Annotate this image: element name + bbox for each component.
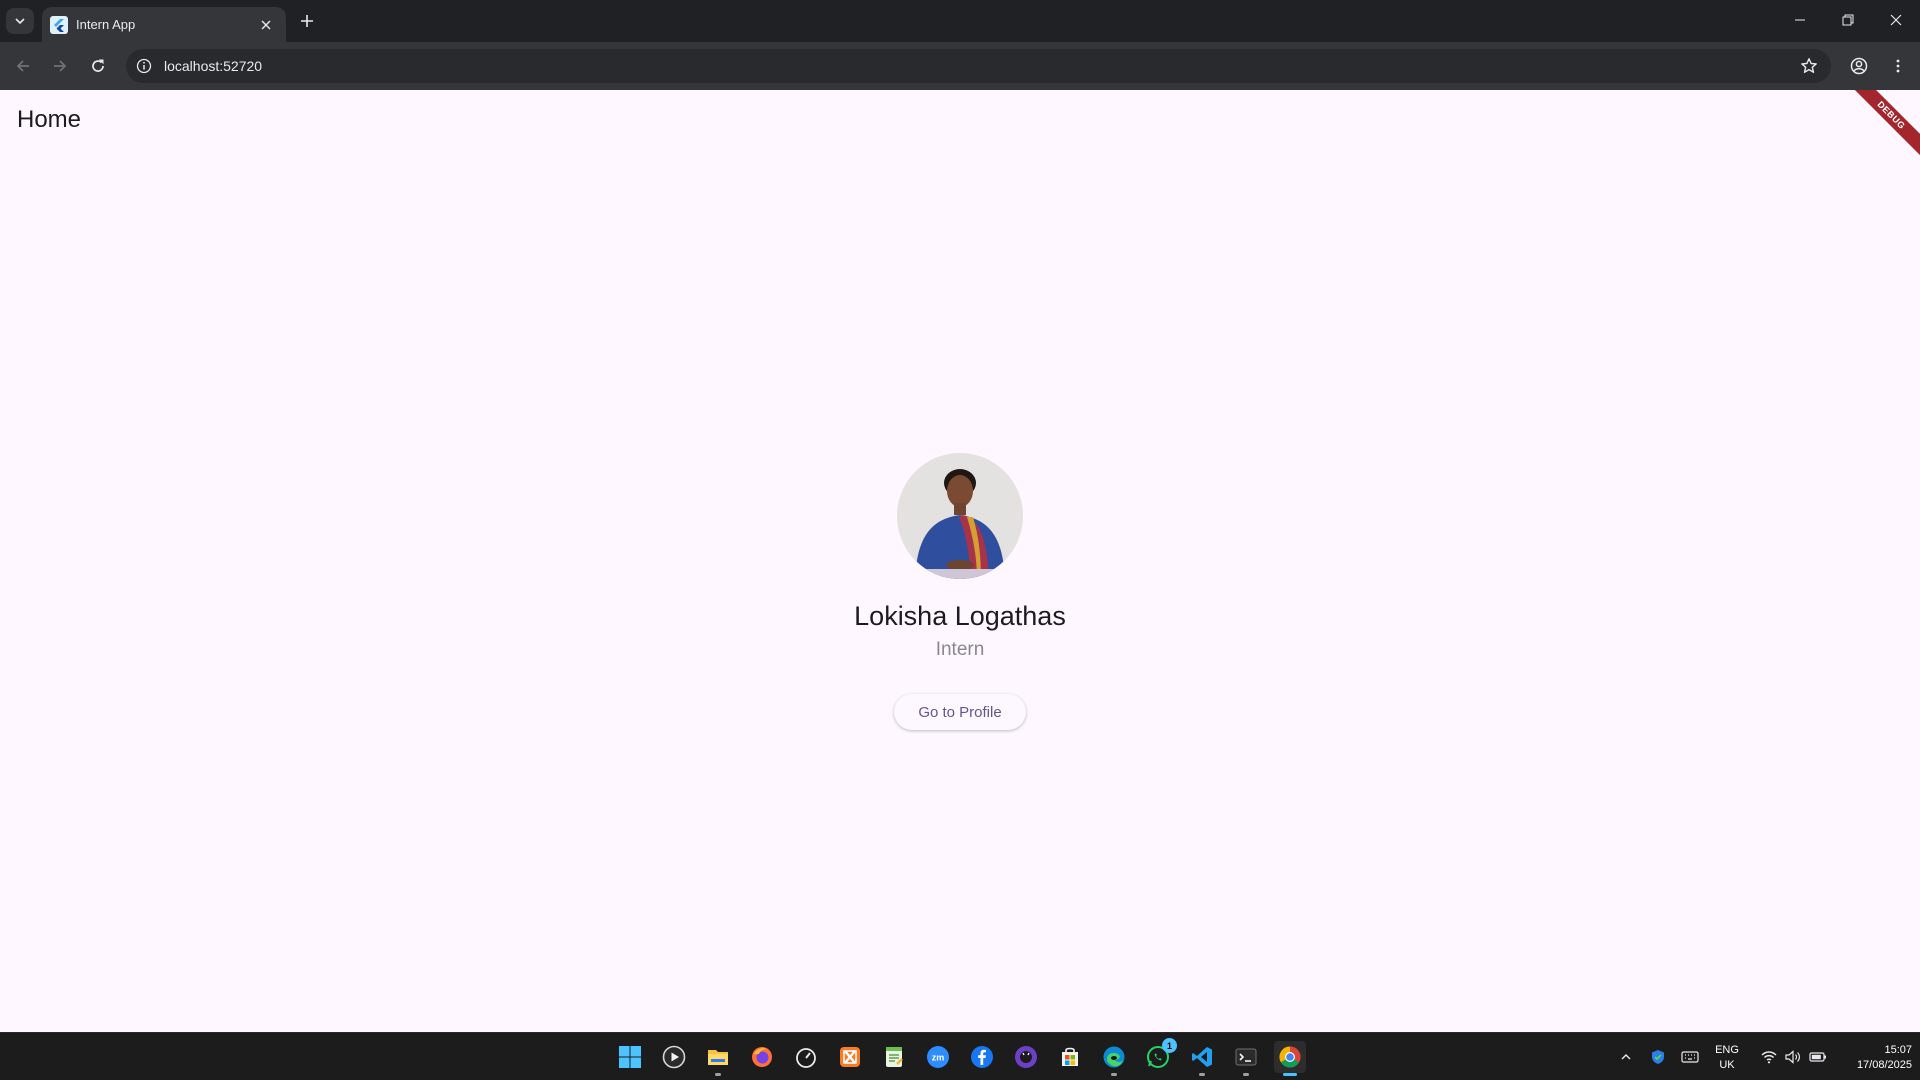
speedometer-icon[interactable] [790, 1041, 822, 1073]
back-button[interactable] [9, 52, 37, 80]
close-icon [261, 20, 271, 29]
chevron-up-icon [1621, 1054, 1631, 1060]
wifi-icon [1761, 1051, 1777, 1064]
whatsapp-icon[interactable]: 1 [1142, 1038, 1177, 1073]
browser-toolbar: localhost:52720 [0, 42, 1920, 90]
clock-time: 15:07 [1884, 1044, 1912, 1056]
firefox-icon[interactable] [746, 1041, 778, 1073]
running-indicator [1243, 1073, 1249, 1076]
profile-card: Lokisha Logathas Intern Go to Profile [0, 90, 1920, 1032]
tab-close-button[interactable] [256, 15, 276, 35]
start-icon[interactable] [614, 1041, 646, 1073]
tab-search-button[interactable] [6, 8, 34, 34]
close-icon [1890, 14, 1902, 26]
clock-date: 17/08/2025 [1856, 1059, 1912, 1071]
flutter-icon [50, 15, 68, 34]
site-info-icon[interactable] [134, 56, 154, 76]
running-indicator [1199, 1073, 1205, 1076]
profile-photo [897, 453, 1023, 579]
restore-button[interactable] [1824, 6, 1872, 34]
minimize-icon [1795, 19, 1805, 21]
app-page: Home DEBUG Lokisha Logathas Intern Go to… [0, 90, 1920, 1032]
show-hidden-icons-button[interactable] [1616, 1043, 1636, 1071]
chevron-down-icon [15, 18, 25, 25]
forward-button[interactable] [46, 52, 74, 80]
language-code: ENG [1715, 1044, 1739, 1056]
xampp-icon[interactable] [834, 1041, 866, 1073]
profile-name: Lokisha Logathas [854, 601, 1066, 631]
edge-icon[interactable] [1098, 1041, 1130, 1076]
quick-settings-button[interactable] [1752, 1043, 1836, 1071]
address-bar[interactable]: localhost:52720 [126, 49, 1831, 83]
account-circle-icon [1850, 57, 1868, 75]
arrow-right-icon [54, 60, 67, 72]
more-vert-icon [1896, 59, 1900, 73]
vscode-icon[interactable] [1186, 1041, 1218, 1076]
profile-role: Intern [935, 639, 985, 660]
running-indicator [1283, 1073, 1297, 1076]
running-indicator [1111, 1073, 1117, 1076]
keyboard-icon[interactable] [1678, 1043, 1702, 1071]
close-window-button[interactable] [1872, 6, 1920, 34]
url-text[interactable]: localhost:52720 [164, 58, 262, 74]
language-indicator[interactable]: ENG UK [1706, 1042, 1748, 1074]
avatar [897, 453, 1023, 579]
go-to-profile-button[interactable]: Go to Profile [894, 694, 1026, 730]
region-code: UK [1719, 1059, 1735, 1071]
restore-icon [1842, 14, 1854, 26]
chrome-icon[interactable] [1274, 1041, 1306, 1076]
plus-icon [301, 15, 313, 27]
battery-icon [1809, 1052, 1826, 1062]
arrow-left-icon [16, 60, 29, 72]
notification-badge: 1 [1162, 1038, 1177, 1053]
browser-tab[interactable]: Intern App [42, 7, 286, 42]
browser-menu-button[interactable] [1884, 52, 1912, 80]
volume-icon [1785, 1050, 1800, 1064]
profile-button[interactable] [1845, 52, 1873, 80]
bookmark-star-icon[interactable] [1799, 56, 1819, 76]
running-indicator [715, 1073, 721, 1076]
zoom-icon[interactable]: zm [922, 1041, 954, 1073]
github-icon[interactable] [1010, 1041, 1042, 1073]
file-explorer-icon[interactable] [702, 1041, 734, 1076]
reload-icon [92, 59, 104, 72]
minimize-button[interactable] [1776, 6, 1824, 34]
facebook-icon[interactable] [966, 1041, 998, 1073]
notepad-icon[interactable] [878, 1041, 910, 1073]
browser-tab-strip: Intern App [0, 0, 1920, 42]
tab-title: Intern App [76, 17, 136, 32]
svg-text:zm: zm [932, 1053, 945, 1063]
windows-taskbar: zm 1 ENG UK 15:07 17/08/2025 [0, 1032, 1920, 1080]
media-player-icon[interactable] [658, 1041, 690, 1073]
security-icon[interactable] [1646, 1043, 1670, 1071]
store-icon[interactable] [1054, 1041, 1086, 1073]
terminal-icon[interactable] [1230, 1041, 1262, 1076]
clock[interactable]: 15:07 17/08/2025 [1842, 1042, 1912, 1074]
new-tab-button[interactable] [296, 10, 318, 32]
reload-button[interactable] [84, 52, 112, 80]
